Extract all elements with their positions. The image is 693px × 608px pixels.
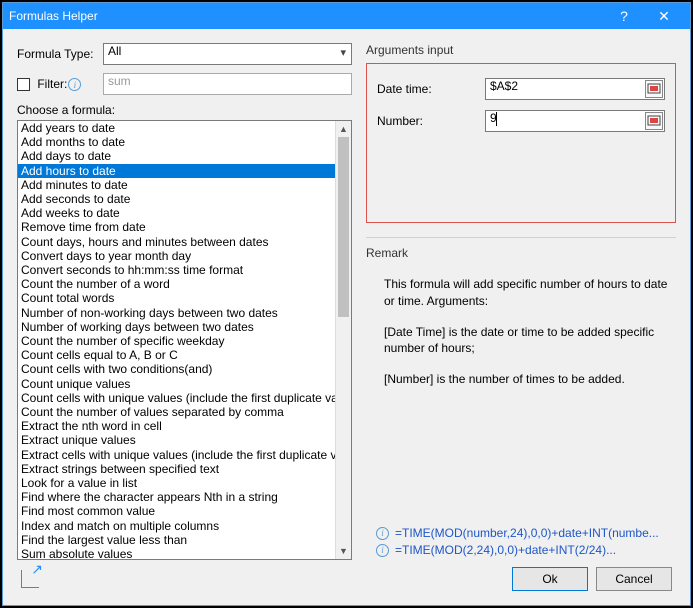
- list-item[interactable]: Find the largest value less than: [18, 533, 335, 547]
- share-icon[interactable]: [21, 570, 39, 588]
- list-item[interactable]: Look for a value in list: [18, 476, 335, 490]
- titlebar: Formulas Helper ? ✕: [3, 3, 690, 29]
- window-title: Formulas Helper: [9, 9, 604, 23]
- list-item[interactable]: Sum absolute values: [18, 547, 335, 559]
- filter-label: Filter:: [37, 77, 67, 91]
- scrollbar[interactable]: ▲ ▼: [335, 121, 351, 559]
- list-item[interactable]: Add days to date: [18, 149, 335, 163]
- remark-p2: [Date Time] is the date or time to be ad…: [384, 324, 674, 358]
- list-item[interactable]: Number of non-working days between two d…: [18, 306, 335, 320]
- list-item[interactable]: Remove time from date: [18, 220, 335, 234]
- list-item[interactable]: Find most common value: [18, 504, 335, 518]
- filter-row-label: Filter:i: [17, 77, 103, 92]
- cancel-button[interactable]: Cancel: [596, 567, 672, 591]
- formula-type-value: All: [108, 44, 121, 58]
- list-item[interactable]: Count cells with unique values (include …: [18, 391, 335, 405]
- remark-p1: This formula will add specific number of…: [384, 276, 674, 310]
- dialog-window: Formulas Helper ? ✕ Formula Type: All Fi…: [2, 2, 691, 606]
- list-item[interactable]: Index and match on multiple columns: [18, 519, 335, 533]
- formula-preview-1[interactable]: i =TIME(MOD(number,24),0,0)+date+INT(num…: [375, 526, 670, 540]
- date-time-label: Date time:: [377, 82, 485, 96]
- list-item[interactable]: Count cells equal to A, B or C: [18, 348, 335, 362]
- list-item[interactable]: Convert days to year month day: [18, 249, 335, 263]
- list-item[interactable]: Add months to date: [18, 135, 335, 149]
- scroll-down-icon[interactable]: ▼: [336, 543, 351, 559]
- remark-group: Remark This formula will add specific nu…: [366, 237, 676, 388]
- list-item[interactable]: Find where the character appears Nth in …: [18, 490, 335, 504]
- info-icon: i: [376, 544, 389, 557]
- formula-listbox[interactable]: Add years to dateAdd months to dateAdd d…: [17, 120, 352, 560]
- number-label: Number:: [377, 114, 485, 128]
- list-item[interactable]: Count total words: [18, 291, 335, 305]
- info-icon[interactable]: i: [68, 78, 81, 91]
- choose-formula-label: Choose a formula:: [17, 103, 352, 117]
- ok-button[interactable]: Ok: [512, 567, 588, 591]
- arguments-fieldset: Date time: $A$2 Number: 9: [366, 63, 676, 223]
- list-item[interactable]: Extract strings between specified text: [18, 462, 335, 476]
- info-icon: i: [376, 527, 389, 540]
- scroll-thumb[interactable]: [338, 137, 349, 317]
- list-item[interactable]: Extract unique values: [18, 433, 335, 447]
- list-item[interactable]: Add years to date: [18, 121, 335, 135]
- filter-checkbox[interactable]: [17, 78, 30, 91]
- number-input[interactable]: 9: [485, 110, 665, 132]
- scroll-up-icon[interactable]: ▲: [336, 121, 351, 137]
- formula-type-label: Formula Type:: [17, 47, 103, 61]
- list-item[interactable]: Count unique values: [18, 377, 335, 391]
- list-item[interactable]: Add hours to date: [18, 164, 335, 178]
- list-item[interactable]: Count the number of a word: [18, 277, 335, 291]
- formula-type-select[interactable]: All: [103, 43, 352, 65]
- list-item[interactable]: Extract cells with unique values (includ…: [18, 448, 335, 462]
- remark-group-label: Remark: [366, 246, 676, 260]
- list-item[interactable]: Convert seconds to hh:mm:ss time format: [18, 263, 335, 277]
- list-item[interactable]: Count the number of values separated by …: [18, 405, 335, 419]
- remark-p3: [Number] is the number of times to be ad…: [384, 371, 674, 388]
- list-item[interactable]: Number of working days between two dates: [18, 320, 335, 334]
- list-item[interactable]: Add minutes to date: [18, 178, 335, 192]
- list-item[interactable]: Count cells with two conditions(and): [18, 362, 335, 376]
- number-range-button[interactable]: [645, 112, 663, 130]
- list-item[interactable]: Add weeks to date: [18, 206, 335, 220]
- list-item[interactable]: Count days, hours and minutes between da…: [18, 235, 335, 249]
- text-cursor: [496, 112, 497, 126]
- arguments-group-label: Arguments input: [366, 43, 676, 57]
- date-time-range-button[interactable]: [645, 80, 663, 98]
- list-item[interactable]: Add seconds to date: [18, 192, 335, 206]
- list-item[interactable]: Extract the nth word in cell: [18, 419, 335, 433]
- formula-preview-2[interactable]: i =TIME(MOD(2,24),0,0)+date+INT(2/24)...: [375, 543, 670, 557]
- filter-input[interactable]: sum: [103, 73, 352, 95]
- date-time-input[interactable]: $A$2: [485, 78, 665, 100]
- list-item[interactable]: Count the number of specific weekday: [18, 334, 335, 348]
- close-button[interactable]: ✕: [644, 8, 684, 25]
- help-button[interactable]: ?: [604, 8, 644, 24]
